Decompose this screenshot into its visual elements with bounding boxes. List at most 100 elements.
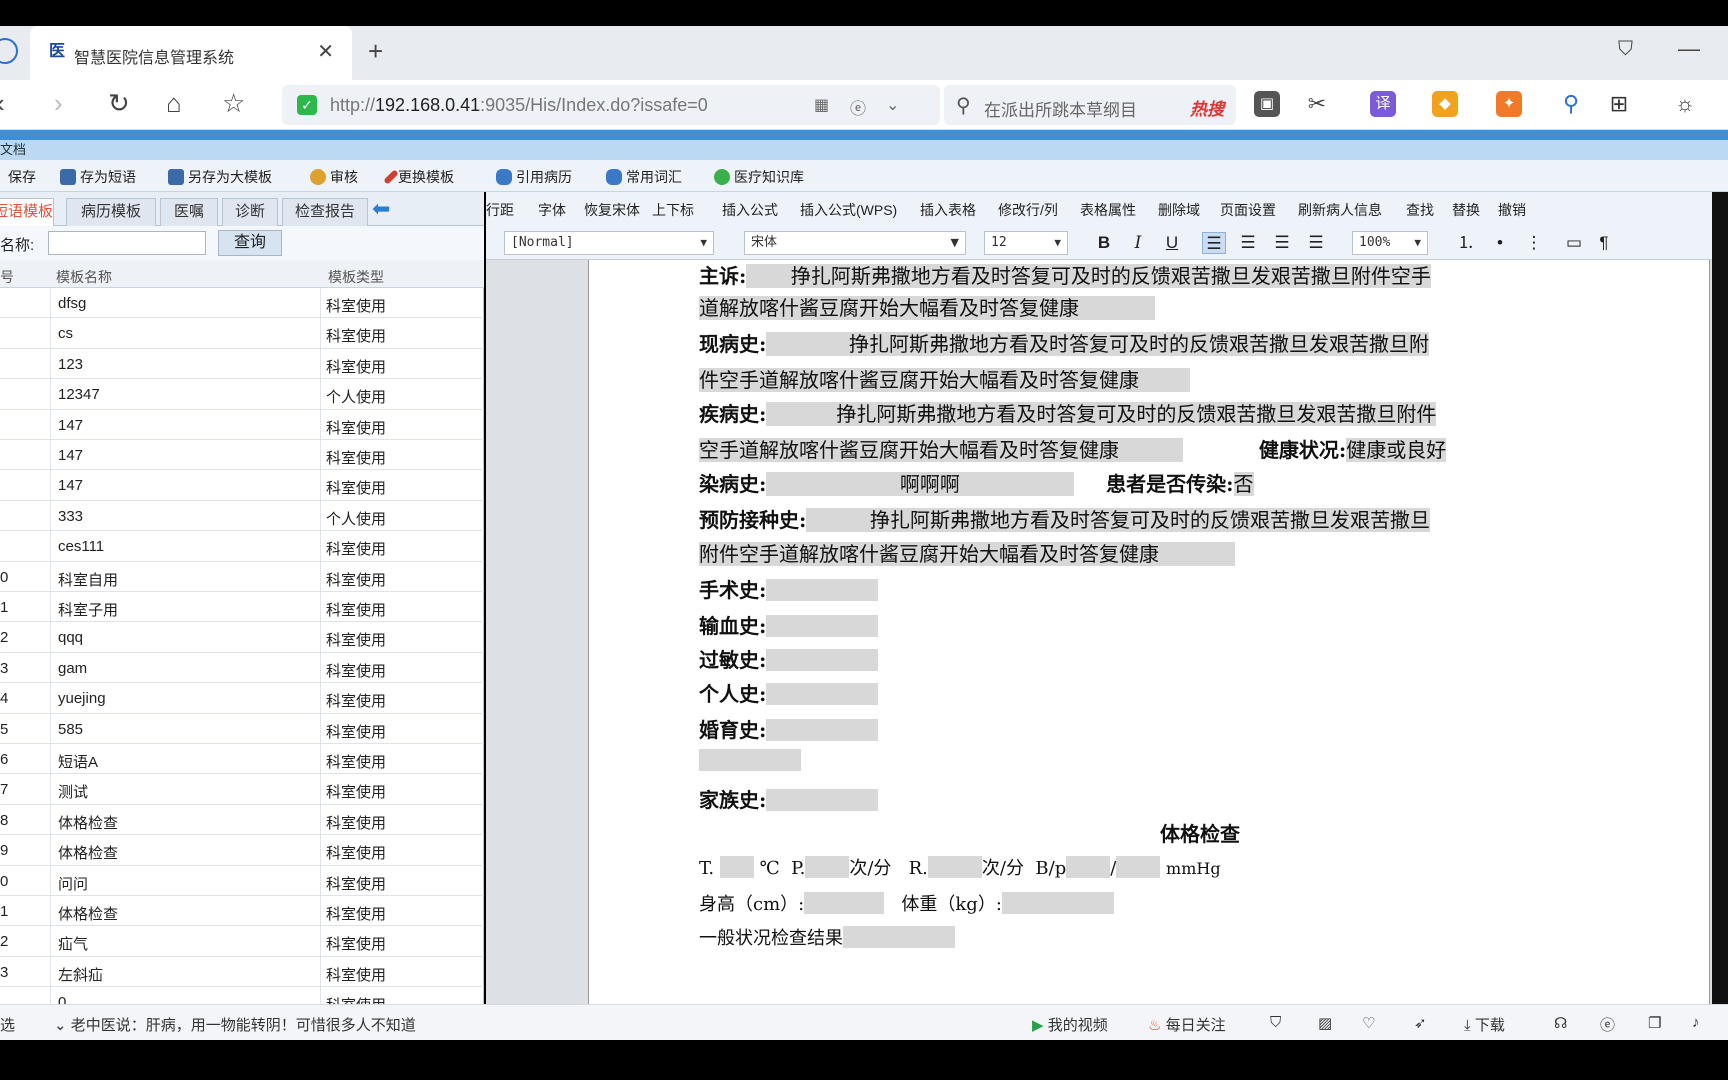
news-ticker[interactable]: ⌄ 老中医说：肝病，用一物能转阴！可惜很多人不知道 [54, 1014, 416, 1035]
table-row[interactable]: 123 科室使用 [0, 348, 484, 380]
save-as-template-button[interactable]: 另存为大模板 [168, 167, 272, 187]
col-no[interactable]: 号 [0, 267, 14, 287]
style-select[interactable]: [Normal] ▼ [504, 231, 714, 255]
image-icon[interactable]: ▨ [1318, 1014, 1332, 1032]
underline-icon[interactable]: U [1160, 232, 1184, 254]
back-icon[interactable]: ‹ [0, 88, 5, 118]
tab-phrase-template[interactable]: 短语模板 [0, 198, 54, 226]
italic-icon[interactable]: I [1126, 232, 1150, 254]
download-button[interactable]: ⤓ 下载 [1464, 1014, 1505, 1035]
align-left-icon[interactable]: ☰ [1202, 232, 1226, 254]
cite-record-button[interactable]: 引用病历 [496, 167, 572, 187]
editor-menu-item[interactable]: 查找 [1406, 200, 1434, 220]
chevron-down-icon[interactable]: ⌄ [886, 95, 899, 115]
col-name[interactable]: 模板名称 [56, 267, 112, 287]
editor-menu-item[interactable]: 撤销 [1498, 200, 1526, 220]
document-page[interactable]: 主诉: 挣扎阿斯弗撒地方看及时答复可及时的反馈艰苦撒旦发艰苦撒旦附件空手 道解放… [588, 260, 1710, 1004]
home-icon[interactable]: ⌂ [166, 88, 182, 118]
grid-icon[interactable]: ⊞ [1606, 91, 1632, 117]
multilevel-list-icon[interactable]: ⋮ [1522, 232, 1546, 254]
table-row[interactable]: 147 科室使用 [0, 409, 484, 440]
page-break-icon[interactable]: ▭ [1562, 232, 1586, 254]
save-phrase-button[interactable]: 存为短语 [60, 167, 136, 187]
col-type[interactable]: 模板类型 [328, 267, 384, 287]
editor-menu-item[interactable]: 行距 [486, 200, 514, 220]
daily-focus-button[interactable]: ♨ 每日关注 [1148, 1014, 1226, 1035]
new-tab-icon[interactable]: + [368, 36, 383, 67]
arrow-left-icon[interactable]: ⬅ [372, 196, 390, 222]
shirt-icon[interactable]: ⛉ [1618, 38, 1633, 61]
save-button[interactable]: 保存 [8, 167, 36, 187]
table-row[interactable]: 6 短语A 科室使用 [0, 744, 484, 775]
table-row[interactable]: 0 科室自用 科室使用 [0, 561, 484, 592]
editor-menu-item[interactable]: 刷新病人信息 [1298, 200, 1382, 220]
table-row[interactable]: 12347 个人使用 [0, 379, 484, 410]
window-icon[interactable]: ❐ [1648, 1014, 1661, 1032]
editor-menu-item[interactable]: 删除域 [1158, 200, 1200, 220]
ie-icon[interactable]: ⓔ [1600, 1014, 1615, 1035]
table-row[interactable]: 0 问问 科室使用 [0, 865, 484, 896]
table-row[interactable]: 333 个人使用 [0, 500, 484, 532]
table-row[interactable]: 9 体格检查 科室使用 [0, 835, 484, 866]
table-row[interactable]: 8 体格检查 科室使用 [0, 804, 484, 836]
tab-diagnosis[interactable]: 诊断 [222, 198, 278, 226]
hot-search-badge[interactable]: 热搜 [1190, 95, 1224, 120]
editor-menu-item[interactable]: 上下标 [652, 200, 694, 220]
editor-menu-item[interactable]: 恢复宋体 [584, 200, 640, 220]
minimize-icon[interactable]: — [1678, 36, 1700, 62]
table-row[interactable]: cs 科室使用 [0, 318, 484, 349]
search-box[interactable]: ⚲ 在派出所跳本草纲目 热搜 [944, 85, 1236, 125]
query-button[interactable]: 查询 [218, 230, 282, 256]
status-select[interactable]: 选 [0, 1014, 15, 1035]
browser-tab[interactable]: 医 智慧医院信息管理系统 ✕ [30, 26, 352, 80]
tab-orders[interactable]: 医嘱 [160, 198, 218, 226]
table-row[interactable]: dfsg 科室使用 [0, 288, 484, 319]
zoom-select[interactable]: 100% ▼ [1352, 231, 1428, 255]
editor-menu-item[interactable]: 插入公式(WPS) [800, 200, 897, 220]
editor-menu-item[interactable]: 修改行/列 [998, 200, 1058, 220]
qr-icon[interactable]: ▦ [814, 95, 829, 115]
extension-box-icon[interactable]: ▣ [1254, 91, 1280, 117]
table-row[interactable]: 5 585 科室使用 [0, 713, 484, 744]
table-row[interactable]: 2 qqq 科室使用 [0, 622, 484, 653]
scissors-icon[interactable]: ✂ [1304, 91, 1330, 117]
bullet-list-icon[interactable]: • [1488, 232, 1512, 254]
common-words-button[interactable]: 常用词汇 [606, 167, 682, 187]
heart-icon[interactable]: ♡ [1362, 1014, 1375, 1032]
translate-icon[interactable]: 译 [1370, 91, 1396, 117]
align-center-icon[interactable]: ☰ [1270, 232, 1294, 254]
my-video-button[interactable]: ▶ 我的视频 [1032, 1014, 1108, 1035]
table-row[interactable]: 3 左斜疝 科室使用 [0, 956, 484, 988]
ie-mode-icon[interactable]: ⓔ [850, 95, 866, 119]
table-row[interactable]: 2 疝气 科室使用 [0, 926, 484, 957]
browser-logo-icon[interactable] [0, 38, 18, 64]
table-row[interactable]: 7 测试 科室使用 [0, 774, 484, 805]
editor-menu-item[interactable]: 替换 [1452, 200, 1480, 220]
table-row[interactable]: 3 gam 科室使用 [0, 652, 484, 684]
tab-record-template[interactable]: 病历模板 [66, 198, 156, 226]
table-row[interactable]: 0 科室使用 [0, 987, 484, 1004]
rocket-icon[interactable]: ➶ [1414, 1014, 1427, 1032]
forward-icon[interactable]: › [54, 88, 63, 118]
address-bar[interactable]: ✓ http://192.168.0.41:9035/His/Index.do?… [282, 85, 940, 125]
medical-knowledge-button[interactable]: 医疗知识库 [714, 167, 804, 187]
editor-menu-item[interactable]: 表格属性 [1080, 200, 1136, 220]
editor-menu-item[interactable]: 插入公式 [722, 200, 778, 220]
size-select[interactable]: 12 ▼ [984, 231, 1068, 255]
editor-menu-item[interactable]: 插入表格 [920, 200, 976, 220]
editor-menu-item[interactable]: 字体 [538, 200, 566, 220]
brightness-icon[interactable]: ☼ [1672, 91, 1698, 117]
template-name-input[interactable] [48, 231, 206, 255]
reload-icon[interactable]: ↻ [108, 88, 130, 118]
star-icon[interactable]: ☆ [222, 88, 245, 118]
editor-menu-item[interactable]: 页面设置 [1220, 200, 1276, 220]
justify-icon[interactable]: ☰ [1304, 232, 1328, 254]
bold-icon[interactable]: B [1092, 232, 1116, 254]
tab-close-icon[interactable]: ✕ [317, 39, 334, 64]
pilcrow-icon[interactable]: ¶ [1592, 232, 1616, 254]
table-row[interactable]: 1 科室子用 科室使用 [0, 592, 484, 623]
change-template-button[interactable]: 更换模板 [383, 167, 454, 187]
tab-exam-report[interactable]: 检查报告 [282, 198, 368, 226]
magnifier-icon[interactable]: ⚲ [1558, 91, 1584, 117]
table-row[interactable]: 147 科室使用 [0, 470, 484, 501]
